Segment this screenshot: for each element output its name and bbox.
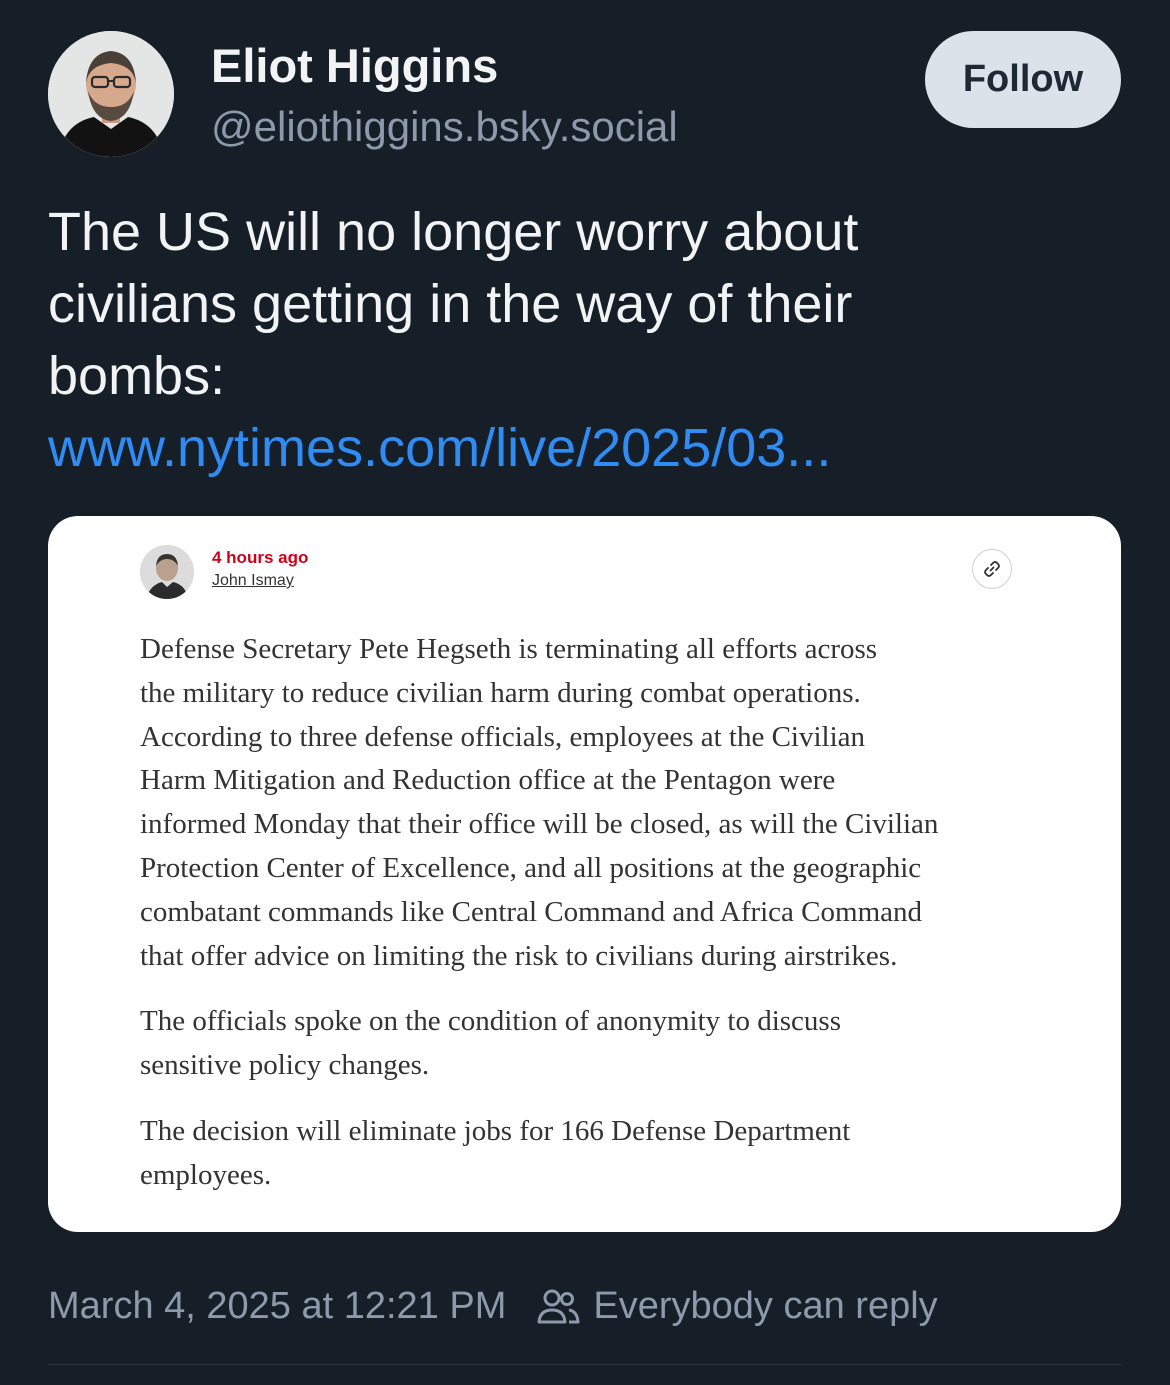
embed-line: Harm Mitigation and Reduction office at … [140,764,836,797]
post-link[interactable]: www.nytimes.com/live/2025/03... [48,412,1128,484]
embed-paragraph: The officials spoke on the condition of … [140,1000,1020,1088]
link-icon [972,549,1012,589]
embed-line: Defense Secretary Pete Hegseth is termin… [140,633,878,665]
embed-paragraph: The decision will eliminate jobs for 166… [140,1110,1020,1198]
post-timestamp: March 4, 2025 at 12:21 PM [48,1284,507,1327]
embed-line: Protection Center of Excellence, and all… [140,851,922,884]
embed-line: that offer advice on limiting the risk t… [140,939,898,972]
embed-reporter-name: John Ismay [212,572,294,589]
embedded-image[interactable]: 4 hours ago John Ismay Defense Secretary… [48,516,1121,1232]
divider [48,1364,1121,1365]
reporter-photo [140,545,194,599]
post-text-line: civilians getting in the way of their [48,274,853,334]
author-avatar[interactable] [48,31,174,157]
embed-time-ago: 4 hours ago [212,548,309,567]
post-text-line: The US will no longer worry about [48,202,859,262]
author-photo [48,31,174,157]
post-text: The US will no longer worry about civili… [48,196,1128,484]
embed-line: The officials spoke on the condition of … [140,1005,841,1038]
embed-line: According to three defense officials, em… [140,720,866,753]
embed-line: the military to reduce civilian harm dur… [140,676,861,709]
embed-line: The decision will eliminate jobs for 166… [140,1114,851,1147]
embed-line: combatant commands like Central Command … [140,895,923,928]
author-name[interactable]: Eliot Higgins [211,38,498,94]
embed-article-body: Defense Secretary Pete Hegseth is termin… [140,628,1020,1220]
follow-button[interactable]: Follow [925,31,1121,128]
embed-paragraph: Defense Secretary Pete Hegseth is termin… [140,628,1020,978]
author-handle[interactable]: @eliothiggins.bsky.social [211,101,678,153]
embed-line: employees. [140,1158,272,1191]
reporter-avatar [140,545,194,599]
post-text-line: bombs: [48,346,226,406]
reply-setting[interactable]: Everybody can reply [593,1285,937,1328]
embed-line: informed Monday that their office will b… [140,808,939,841]
chain-link-glyph [984,561,1000,577]
people-icon [537,1289,580,1324]
embed-line: sensitive policy changes. [140,1049,430,1082]
post-footer: March 4, 2025 at 12:21 PM Everybody can … [48,1281,938,1331]
